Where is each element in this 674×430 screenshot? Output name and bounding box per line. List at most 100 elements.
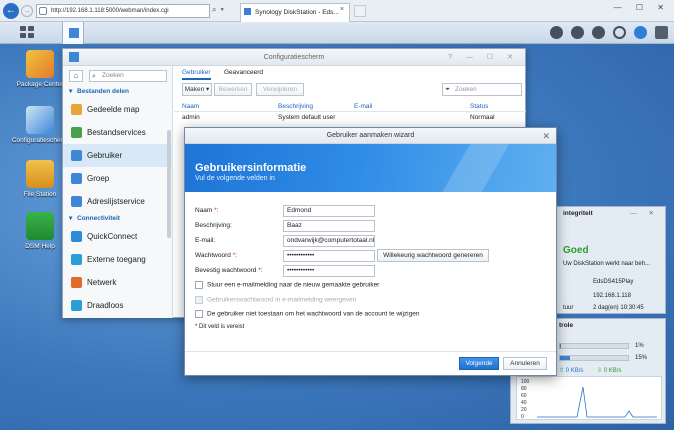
network-graph: 100 80 60 40 20 0 xyxy=(516,376,662,420)
sidebar-item-adreslijstservice[interactable]: Adreslijstservice xyxy=(63,190,173,213)
cancel-button[interactable]: Annuleren xyxy=(503,357,547,370)
filter-input[interactable]: ⏷ Zoeken xyxy=(442,83,522,96)
tab-geavanceerd[interactable]: Geavanceerd xyxy=(224,69,263,76)
search-icon[interactable] xyxy=(613,26,626,39)
disallow-password-change-checkbox[interactable]: De gebruiker niet toestaan om het wachtw… xyxy=(195,310,419,318)
config-sidebar: ⌂ ⌕ Zoeken ▾ Bestanden delen Gedeelde map B… xyxy=(63,66,173,318)
user-icon[interactable] xyxy=(592,26,605,39)
window-controls[interactable]: ? — ☐ ✕ xyxy=(448,49,519,66)
wizard-titlebar[interactable]: Gebruiker aanmaken wizard ✕ xyxy=(185,128,556,144)
chat-icon[interactable] xyxy=(550,26,563,39)
taskbar-config-app[interactable] xyxy=(62,22,84,44)
sidebar-list: ▾ Bestanden delen Gedeelde map Bestandservi… xyxy=(63,86,173,317)
field-label-confirm-password: Bevestig wachtwoord *: xyxy=(195,267,263,274)
sidebar-search-input[interactable]: ⌕ Zoeken xyxy=(89,70,167,82)
desktop-icon-package-center[interactable]: Package Center xyxy=(10,50,70,88)
sidebar-item-netwerk[interactable]: Netwerk xyxy=(63,271,173,294)
main-menu-icon[interactable] xyxy=(20,26,36,40)
sidebar-item-icon xyxy=(71,300,82,311)
generate-password-button[interactable]: Willekeurig wachtwoord genereren xyxy=(377,249,489,262)
sidebar-item-icon xyxy=(71,104,82,115)
config-app-icon xyxy=(69,52,79,62)
upload-rate: ⇧ 0 KB/s xyxy=(559,368,584,374)
cell-status: Normaal xyxy=(470,114,495,121)
sidebar-item-icon xyxy=(71,196,82,207)
wizard-subheading: Vul de volgende velden in xyxy=(195,175,275,182)
home-icon[interactable]: ⌂ xyxy=(69,70,83,82)
server-name: EdsDS415Play xyxy=(593,279,634,285)
sidebar-item-gedeelde-map[interactable]: Gedeelde map xyxy=(63,98,173,121)
table-header: Naam Beschrijving E-mail Status xyxy=(174,102,526,112)
download-rate: ⇩ 0 KB/s xyxy=(597,368,622,374)
description-input[interactable]: Baaz xyxy=(283,220,375,232)
address-tools[interactable]: ⌕▾ xyxy=(212,5,228,15)
browser-tab[interactable]: Synology DiskStation - Eds... xyxy=(240,3,350,22)
address-bar[interactable]: http://192.168.1.118:5000/webman/index.c… xyxy=(36,4,210,18)
config-titlebar[interactable]: Configuratiescherm ? — ☐ ✕ xyxy=(63,49,525,66)
graph-tick-label: 100 xyxy=(521,379,530,385)
graph-tick-label: 0 xyxy=(521,414,524,420)
sidebar-scrollbar[interactable] xyxy=(167,130,171,238)
tab-close-icon[interactable]: × xyxy=(340,6,344,13)
field-label-password: Wachtwoord *: xyxy=(195,252,238,259)
sidebar-item-icon xyxy=(71,254,82,265)
sidebar-item-bestandservices[interactable]: Bestandservices xyxy=(63,121,173,144)
next-button[interactable]: Volgende xyxy=(459,357,499,370)
window-controls[interactable]: — ☐ ✕ xyxy=(614,3,670,12)
notification-icon[interactable] xyxy=(571,26,584,39)
password-input[interactable]: •••••••••••• xyxy=(283,250,375,262)
create-user-wizard: Gebruiker aanmaken wizard ✕ Gebruikersin… xyxy=(184,127,557,376)
sidebar-section[interactable]: ▾ Connectiviteit xyxy=(63,213,173,225)
chevron-down-icon: ▾ xyxy=(69,88,73,95)
send-email-checkbox[interactable]: Stuur een e-mailmelding naar de nieuw ge… xyxy=(195,281,379,289)
widgets-icon[interactable] xyxy=(634,26,647,39)
sidebar-item-quickconnect[interactable]: QuickConnect xyxy=(63,225,173,248)
page-icon xyxy=(39,7,47,15)
sidebar-item-gebruiker[interactable]: Gebruiker xyxy=(63,144,173,167)
column-status[interactable]: Status xyxy=(470,103,488,110)
tab-gebruiker[interactable]: Gebruiker xyxy=(182,69,211,80)
close-icon[interactable]: ✕ xyxy=(542,128,550,144)
config-app-icon xyxy=(69,28,79,38)
wizard-heading: Gebruikersinformatie xyxy=(195,162,307,174)
column-naam[interactable]: Naam xyxy=(182,103,199,110)
create-button[interactable]: Maken ▾ xyxy=(182,83,212,96)
system-tray xyxy=(542,26,668,41)
widget-controls[interactable]: — ✕ xyxy=(630,207,659,221)
sidebar-item-draadloos[interactable]: Draadloos xyxy=(63,294,173,317)
health-status: Goed xyxy=(563,245,589,256)
chevron-down-icon: ▾ xyxy=(69,215,73,222)
email-input[interactable]: ondvarwijk@computertotaal.nl xyxy=(283,235,375,247)
show-password-checkbox[interactable]: Gebruikerswachtwoord in e-mailmelding we… xyxy=(195,296,356,304)
confirm-password-input[interactable]: •••••••••••• xyxy=(283,265,375,277)
sidebar-item-icon xyxy=(71,127,82,138)
sidebar-item-icon xyxy=(71,277,82,288)
search-icon: ⌕ xyxy=(92,73,96,80)
graph-tick-label: 40 xyxy=(521,400,527,406)
graph-tick-label: 20 xyxy=(521,407,527,413)
column-beschrijving[interactable]: Beschrijving xyxy=(278,103,313,110)
delete-button[interactable]: Verwijderen xyxy=(256,83,304,96)
sidebar-section[interactable]: ▾ Bestanden delen xyxy=(63,86,173,98)
new-tab-button[interactable] xyxy=(354,5,366,17)
sidebar-item-externe-toegang[interactable]: Externe toegang xyxy=(63,248,173,271)
column-email[interactable]: E-mail xyxy=(354,103,372,110)
name-input[interactable]: Edmond xyxy=(283,205,375,217)
sidebar-item-icon xyxy=(71,231,82,242)
desktop-icon-config[interactable]: Configuratiescherm xyxy=(10,106,70,144)
forward-arrow-icon[interactable]: → xyxy=(21,5,33,17)
pilot-view-icon[interactable] xyxy=(655,26,668,39)
desktop-icon-file-station[interactable]: File Station xyxy=(10,160,70,198)
table-row[interactable]: admin System default user Normaal xyxy=(174,113,526,124)
health-message: Uw DiskStation werkt naar beh... xyxy=(563,261,651,267)
desktop-icon-dsm-help[interactable]: DSM Help xyxy=(10,212,70,250)
uptime-label: tuur xyxy=(563,305,574,311)
package-center-icon xyxy=(26,50,54,78)
filter-icon: ⏷ xyxy=(445,86,451,93)
graph-tick-label: 80 xyxy=(521,386,527,392)
wizard-footer: Volgende Annuleren xyxy=(185,351,556,375)
sidebar-item-icon xyxy=(71,150,82,161)
back-arrow-icon[interactable]: ← xyxy=(3,3,19,19)
edit-button[interactable]: Bewerken xyxy=(214,83,252,96)
sidebar-item-groep[interactable]: Groep xyxy=(63,167,173,190)
